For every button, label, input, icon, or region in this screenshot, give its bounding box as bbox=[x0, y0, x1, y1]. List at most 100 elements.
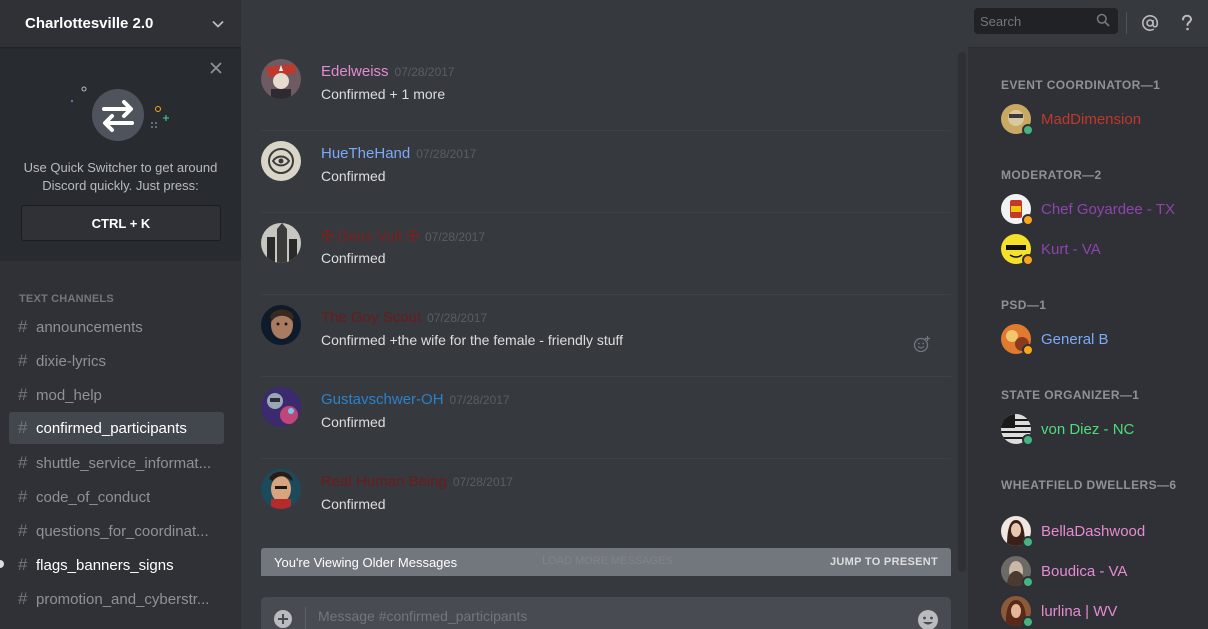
avatar[interactable] bbox=[261, 141, 301, 181]
avatar[interactable] bbox=[1001, 414, 1034, 446]
message-scrollbar[interactable] bbox=[958, 52, 966, 572]
member-name: Kurt - VA bbox=[1041, 240, 1101, 258]
older-messages-bar[interactable]: You're Viewing Older Messages LOAD MORE … bbox=[261, 548, 951, 576]
member-name: Boudica - VA bbox=[1041, 562, 1128, 580]
close-icon[interactable] bbox=[209, 61, 223, 75]
status-idle-icon bbox=[1022, 254, 1034, 266]
load-more-messages[interactable]: LOAD MORE MESSAGES bbox=[542, 555, 673, 567]
message-author[interactable]: Real Human Being 07/28/2017 bbox=[321, 473, 513, 490]
mention-icon[interactable] bbox=[1139, 12, 1161, 34]
message-content: Confirmed bbox=[321, 496, 386, 512]
message-author[interactable]: ✠ Deus Vult ✠ 07/28/2017 bbox=[321, 227, 485, 245]
member-item[interactable]: von Diez - NC bbox=[1001, 411, 1201, 447]
channel-label: announcements bbox=[36, 318, 143, 336]
channel-sidebar: Charlottesville 2.0 Use Quick Switcher t… bbox=[0, 0, 241, 629]
member-item[interactable]: Chef Goyardee - TX bbox=[1001, 191, 1201, 227]
status-idle-icon bbox=[1022, 214, 1034, 226]
upload-plus-icon[interactable] bbox=[273, 609, 293, 629]
channel-category-header[interactable]: TEXT CHANNELS bbox=[19, 293, 114, 305]
avatar[interactable] bbox=[261, 59, 301, 99]
channel-label: shuttle_service_informat... bbox=[36, 454, 212, 472]
hash-icon: # bbox=[18, 555, 28, 574]
channel-questions-for-coordinators[interactable]: # questions_for_coordinat... bbox=[9, 515, 224, 547]
add-reaction-icon[interactable] bbox=[913, 335, 931, 353]
hash-icon: # bbox=[18, 418, 28, 437]
message-item[interactable]: The Goy Scout 07/28/2017 Confirmed +the w… bbox=[261, 295, 951, 377]
avatar[interactable] bbox=[261, 223, 301, 263]
avatar[interactable] bbox=[261, 387, 301, 427]
channel-code-of-conduct[interactable]: # code_of_conduct bbox=[9, 481, 224, 513]
message-item[interactable]: ✠ Deus Vult ✠ 07/28/2017 Confirmed bbox=[261, 213, 951, 295]
message-timestamp: 07/28/2017 bbox=[452, 475, 513, 489]
status-online-icon bbox=[1022, 124, 1034, 136]
member-item[interactable]: Boudica - VA bbox=[1001, 553, 1201, 589]
channel-flags-banners-signs[interactable]: # flags_banners_signs bbox=[9, 549, 224, 581]
search-box[interactable] bbox=[974, 8, 1118, 34]
message-item[interactable]: Edelweiss 07/28/2017 Confirmed + 1 more bbox=[261, 49, 951, 131]
author-name[interactable]: Gustavschwer-OH bbox=[321, 391, 444, 408]
status-online-icon bbox=[1022, 576, 1034, 588]
message-content: Confirmed bbox=[321, 250, 386, 266]
message-author[interactable]: Gustavschwer-OH 07/28/2017 bbox=[321, 391, 510, 408]
status-online-icon bbox=[1022, 616, 1034, 628]
hash-icon: # bbox=[18, 351, 28, 370]
message-timestamp: 07/28/2017 bbox=[424, 230, 486, 244]
chevron-down-icon[interactable] bbox=[211, 17, 225, 31]
jump-to-present-button[interactable]: JUMP TO PRESENT bbox=[830, 556, 938, 568]
avatar[interactable] bbox=[1001, 596, 1034, 628]
author-name[interactable]: Real Human Being bbox=[321, 473, 447, 490]
channel-label: dixie-lyrics bbox=[36, 352, 107, 370]
author-name[interactable]: HueTheHand bbox=[321, 145, 410, 162]
avatar[interactable] bbox=[1001, 556, 1034, 588]
message-item[interactable]: HueTheHand 07/28/2017 Confirmed bbox=[261, 131, 951, 213]
message-list[interactable]: Edelweiss 07/28/2017 Confirmed + 1 more H… bbox=[241, 49, 968, 547]
message-item[interactable]: Real Human Being 07/28/2017 Confirmed bbox=[261, 459, 951, 541]
member-item[interactable]: lurlina | WV bbox=[1001, 593, 1201, 629]
emoji-icon[interactable] bbox=[917, 609, 939, 629]
message-item[interactable]: Gustavschwer-OH 07/28/2017 Confirmed bbox=[261, 377, 951, 459]
search-icon[interactable] bbox=[1096, 13, 1110, 27]
channel-confirmed-participants[interactable]: # confirmed_participants bbox=[9, 412, 224, 444]
avatar[interactable] bbox=[1001, 516, 1034, 548]
member-name: BellaDashwood bbox=[1041, 522, 1146, 540]
role-header: MODERATOR—2 bbox=[1001, 168, 1102, 182]
channel-shuttle-service[interactable]: # shuttle_service_informat... bbox=[9, 447, 224, 479]
channel-promotion[interactable]: # promotion_and_cyberstr... bbox=[9, 583, 224, 615]
help-icon[interactable] bbox=[1176, 12, 1198, 34]
chat-area: Edelweiss 07/28/2017 Confirmed + 1 more H… bbox=[241, 0, 968, 629]
message-input[interactable] bbox=[318, 608, 898, 624]
author-name[interactable]: Edelweiss bbox=[321, 63, 389, 80]
channel-mod-help[interactable]: # mod_help bbox=[9, 379, 224, 411]
author-name[interactable]: The Goy Scout bbox=[321, 309, 421, 326]
channel-label: questions_for_coordinat... bbox=[36, 522, 209, 540]
avatar[interactable] bbox=[1001, 194, 1034, 226]
server-header[interactable]: Charlottesville 2.0 bbox=[0, 0, 241, 48]
member-item[interactable]: Kurt - VA bbox=[1001, 231, 1201, 267]
quick-switcher-shortcut[interactable]: CTRL + K bbox=[21, 205, 221, 241]
channel-announcements[interactable]: # announcements bbox=[9, 311, 224, 343]
quick-switcher-tip: Use Quick Switcher to get around Discord… bbox=[0, 49, 241, 261]
message-author[interactable]: The Goy Scout 07/28/2017 bbox=[321, 309, 487, 326]
role-header: PSD—1 bbox=[1001, 298, 1047, 312]
avatar[interactable] bbox=[261, 469, 301, 509]
avatar[interactable] bbox=[1001, 234, 1034, 266]
message-timestamp: 07/28/2017 bbox=[416, 147, 477, 161]
member-item[interactable]: BellaDashwood bbox=[1001, 513, 1201, 549]
member-item[interactable]: MadDimension bbox=[1001, 101, 1201, 137]
message-timestamp: 07/28/2017 bbox=[394, 65, 455, 79]
unread-indicator bbox=[0, 560, 4, 568]
avatar[interactable] bbox=[261, 305, 301, 345]
channel-dixie-lyrics[interactable]: # dixie-lyrics bbox=[9, 345, 224, 377]
avatar[interactable] bbox=[1001, 104, 1034, 136]
hash-icon: # bbox=[18, 453, 28, 472]
author-name[interactable]: ✠ Deus Vult ✠ bbox=[321, 228, 419, 245]
channel-label: mod_help bbox=[36, 386, 102, 404]
message-author[interactable]: Edelweiss 07/28/2017 bbox=[321, 63, 455, 80]
search-input[interactable] bbox=[980, 13, 1088, 29]
avatar[interactable] bbox=[1001, 324, 1034, 356]
message-content: Confirmed bbox=[321, 414, 386, 430]
composer-divider bbox=[305, 607, 306, 629]
message-author[interactable]: HueTheHand 07/28/2017 bbox=[321, 145, 476, 162]
member-item[interactable]: General B bbox=[1001, 321, 1201, 357]
member-name: lurlina | WV bbox=[1041, 602, 1118, 620]
